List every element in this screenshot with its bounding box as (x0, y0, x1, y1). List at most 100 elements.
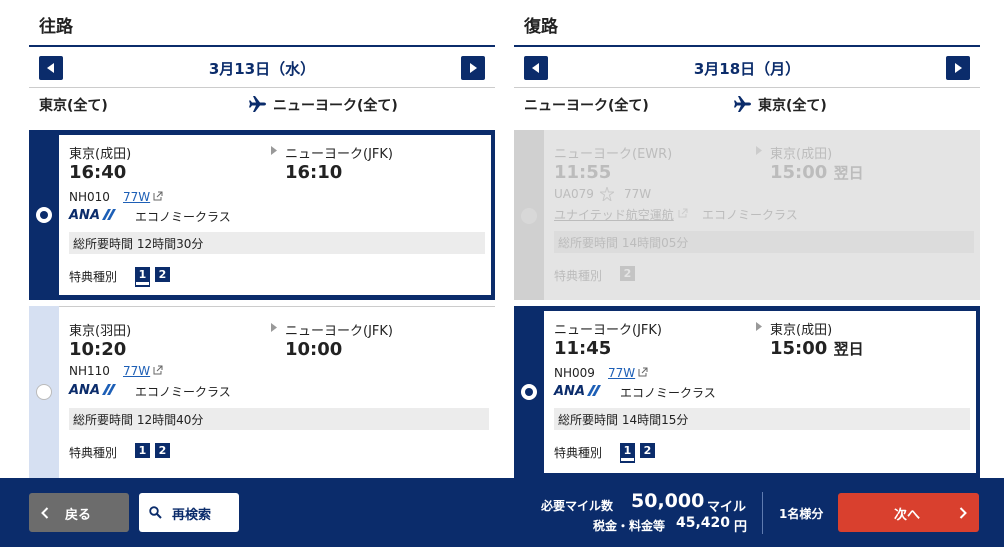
ana-stripes-icon (587, 385, 602, 396)
flight-card-body: 東京(羽田) ニューヨーク(JFK) 10:20 10:00 NH110 77W… (59, 306, 495, 478)
outbound-next-date-button[interactable] (461, 56, 485, 80)
research-button[interactable]: 再検索 (139, 493, 239, 532)
flight-radio (521, 208, 537, 224)
total-duration: 総所要時間 14時間15分 (554, 408, 970, 430)
flight-radio[interactable] (36, 207, 52, 223)
award-type-label: 特典種別 (69, 446, 118, 460)
award-type-badge[interactable]: 2 (155, 443, 170, 458)
chevron-right-icon (955, 63, 962, 73)
award-type-badge[interactable]: 1 (135, 267, 150, 282)
arrow-right-icon (271, 323, 277, 332)
aircraft-link[interactable]: 77W (123, 364, 150, 378)
flight-card[interactable]: 東京(成田) ニューヨーク(JFK) 16:40 16:10 NH010 77W… (29, 130, 495, 300)
departure-time: 11:55 (554, 162, 612, 183)
operating-airline-link: ユナイテッド航空運航 (554, 208, 674, 222)
airline-name: ANA (69, 208, 101, 223)
flight-radio[interactable] (521, 384, 537, 400)
route-from: 東京(全て) (39, 98, 108, 114)
arrival-time-value: 15:00 (770, 162, 828, 183)
chevron-left-icon (41, 507, 49, 519)
flight-number: NH009 (554, 366, 595, 380)
external-link-icon (638, 367, 648, 377)
cabin-class: エコノミークラス (135, 210, 231, 224)
flight-card-body: 東京(成田) ニューヨーク(JFK) 16:40 16:10 NH010 77W… (59, 135, 491, 295)
airline-name: ANA (554, 384, 586, 399)
airline-name: ANA (69, 383, 101, 398)
next-button-label: 次へ (894, 508, 921, 523)
arrival-time: 16:10 (285, 162, 342, 183)
ana-stripes-icon (102, 209, 117, 220)
outbound-title: 往路 (39, 17, 73, 37)
departure-airport: 東京(羽田) (69, 324, 132, 339)
award-type-badge[interactable]: 2 (155, 267, 170, 282)
required-miles-label: 必要マイル数 (541, 499, 614, 513)
arrow-right-icon (271, 146, 277, 155)
total-duration: 総所要時間 12時間40分 (69, 408, 489, 430)
arrival-time-value: 16:10 (285, 162, 343, 183)
award-type-label: 特典種別 (69, 270, 118, 284)
departure-time: 10:20 (69, 339, 127, 360)
flight-number: NH010 (69, 190, 110, 204)
cabin-class: エコノミークラス (620, 386, 716, 400)
arrival-airport: 東京(成田) (770, 147, 833, 162)
miles-unit: マイル (707, 500, 747, 515)
back-button[interactable]: 戻る (29, 493, 129, 532)
departure-airport: ニューヨーク(JFK) (554, 323, 662, 338)
next-day-label: 翌日 (833, 340, 864, 358)
departure-airport: ニューヨーク(EWR) (554, 147, 673, 162)
aircraft-link[interactable]: 77W (608, 366, 635, 380)
award-type-label: 特典種別 (554, 269, 603, 283)
footer-divider (762, 492, 763, 534)
star-alliance-icon (600, 187, 614, 201)
search-icon (149, 506, 162, 519)
arrival-time-value: 10:00 (285, 339, 343, 360)
airline-logo: ANA (69, 208, 117, 223)
departure-time: 11:45 (554, 338, 612, 359)
arrival-time: 10:00 (285, 339, 342, 360)
ana-stripes-icon (102, 384, 117, 395)
award-type-badge[interactable]: 2 (640, 443, 655, 458)
return-date-bar: 3月18日（月） (514, 45, 980, 88)
passenger-count: 1名様分 (779, 507, 824, 521)
footer-bar: 戻る 再検索 必要マイル数 50,000 マイル 税金・料金等 45,420 円… (0, 478, 1004, 547)
departure-time: 16:40 (69, 162, 127, 183)
departure-airport: 東京(成田) (69, 147, 132, 162)
flight-radio[interactable] (36, 384, 52, 400)
return-date: 3月18日（月） (693, 60, 801, 78)
award-type-label: 特典種別 (554, 446, 603, 460)
flight-card[interactable]: 東京(羽田) ニューヨーク(JFK) 10:20 10:00 NH110 77W… (29, 306, 495, 478)
next-button[interactable]: 次へ (838, 493, 979, 532)
route-from: ニューヨーク(全て) (524, 98, 649, 114)
cabin-class: エコノミークラス (135, 385, 231, 399)
award-type-badge[interactable]: 1 (135, 443, 150, 458)
airplane-icon (734, 96, 751, 112)
flight-card[interactable]: ニューヨーク(JFK) 東京(成田) 11:45 15:00 翌日 NH009 … (514, 306, 980, 478)
external-link-icon (153, 365, 163, 375)
flight-number: NH110 (69, 364, 110, 378)
outbound-route: 東京(全て) ニューヨーク(全て) (29, 95, 495, 117)
back-button-label: 戻る (65, 508, 92, 523)
return-title: 復路 (524, 17, 558, 37)
airline-logo: ANA (554, 384, 602, 399)
flight-number: UA079 (554, 187, 594, 201)
chevron-right-icon (470, 63, 477, 73)
return-next-date-button[interactable] (946, 56, 970, 80)
route-to: 東京(全て) (758, 98, 827, 114)
award-type-badge[interactable]: 1 (620, 443, 635, 458)
total-duration: 総所要時間 12時間30分 (69, 232, 485, 254)
route-to: ニューヨーク(全て) (273, 98, 398, 114)
arrival-airport: 東京(成田) (770, 323, 833, 338)
research-button-label: 再検索 (172, 508, 212, 523)
cabin-class: エコノミークラス (702, 208, 798, 222)
arrow-right-icon (756, 322, 762, 331)
tax-value: 45,420 (676, 515, 731, 531)
outbound-date-bar: 3月13日（水） (29, 45, 495, 88)
flight-card-body: ニューヨーク(JFK) 東京(成田) 11:45 15:00 翌日 NH009 … (544, 311, 976, 473)
aircraft-link[interactable]: 77W (123, 190, 150, 204)
required-miles-value: 50,000 (631, 490, 705, 512)
outbound-date: 3月13日（水） (208, 60, 316, 78)
award-type-badge: 2 (620, 266, 635, 281)
airplane-icon (249, 96, 266, 112)
next-day-label: 翌日 (833, 164, 864, 182)
arrival-time: 15:00 翌日 (770, 338, 864, 359)
